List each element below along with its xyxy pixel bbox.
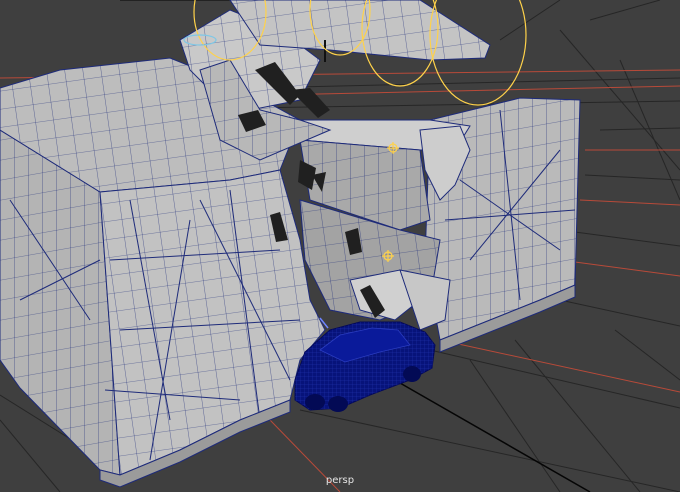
perspective-viewport[interactable]: persp [0, 0, 680, 492]
viewport-scene[interactable] [0, 0, 680, 492]
